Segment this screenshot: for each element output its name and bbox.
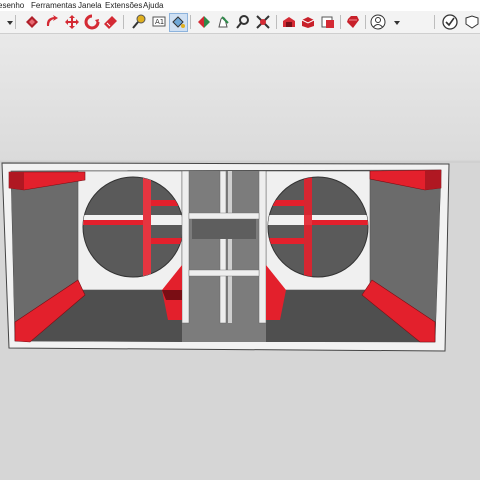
left-speaker-hole[interactable]	[82, 176, 184, 278]
menu-bar: esenho Ferramentas Janela Extensões Ajud…	[0, 0, 480, 11]
move-icon[interactable]	[24, 14, 40, 30]
text-icon[interactable]: A1	[151, 14, 167, 30]
menu-extensoes[interactable]: Extensões	[105, 0, 142, 11]
ruby-icon[interactable]	[345, 14, 361, 30]
right-speaker-hole[interactable]	[267, 176, 369, 278]
toolbar-separator	[190, 15, 191, 29]
toolbar-separator	[15, 15, 16, 29]
port-divider	[258, 170, 267, 324]
port-divider	[228, 171, 232, 323]
move-arrows-icon[interactable]	[64, 14, 80, 30]
user-account-icon[interactable]	[370, 14, 386, 30]
orbit-icon[interactable]	[196, 14, 212, 30]
port-divider	[181, 170, 190, 324]
port-shelf	[188, 212, 260, 220]
rotate-icon[interactable]	[44, 14, 60, 30]
port-divider	[219, 170, 227, 324]
warehouse-icon[interactable]	[281, 14, 297, 30]
menu-desenho[interactable]: esenho	[0, 0, 24, 11]
paint-bucket-icon[interactable]	[169, 13, 188, 32]
toolbar-separator	[123, 15, 124, 29]
toolbar-separator	[365, 15, 366, 29]
zoom-icon[interactable]	[235, 14, 251, 30]
menu-janela[interactable]: Janela	[78, 0, 102, 11]
toolbar-separator	[276, 15, 277, 29]
extension-warehouse-icon[interactable]	[300, 14, 316, 30]
sky-background	[0, 34, 480, 164]
check-circle-icon[interactable]	[442, 14, 458, 30]
subwoofer-box[interactable]	[1, 162, 450, 352]
brace-top-right-end	[425, 170, 441, 190]
menu-ferramentas[interactable]: Ferramentas	[31, 0, 76, 11]
port-shadow	[192, 219, 256, 239]
svg-text:A1: A1	[155, 18, 164, 26]
toolbar: A1	[0, 11, 480, 34]
chevron-down-icon[interactable]	[389, 14, 400, 30]
tape-measure-icon[interactable]	[103, 14, 119, 30]
toolbar-separator	[434, 15, 435, 29]
follow-me-icon[interactable]	[84, 14, 100, 30]
dropdown-arrow-icon[interactable]	[2, 14, 13, 30]
menu-ajuda[interactable]: Ajuda	[143, 0, 163, 11]
tape-measure-tool-icon[interactable]	[131, 14, 147, 30]
port-shelf	[188, 269, 260, 277]
model-viewport[interactable]	[0, 34, 480, 480]
zoom-extents-icon[interactable]	[255, 14, 271, 30]
solid-inspector-icon[interactable]	[464, 14, 480, 30]
brace-top-left-end	[9, 172, 24, 190]
layout-icon[interactable]	[320, 14, 336, 30]
toolbar-separator	[340, 15, 341, 29]
pan-icon[interactable]	[215, 14, 231, 30]
